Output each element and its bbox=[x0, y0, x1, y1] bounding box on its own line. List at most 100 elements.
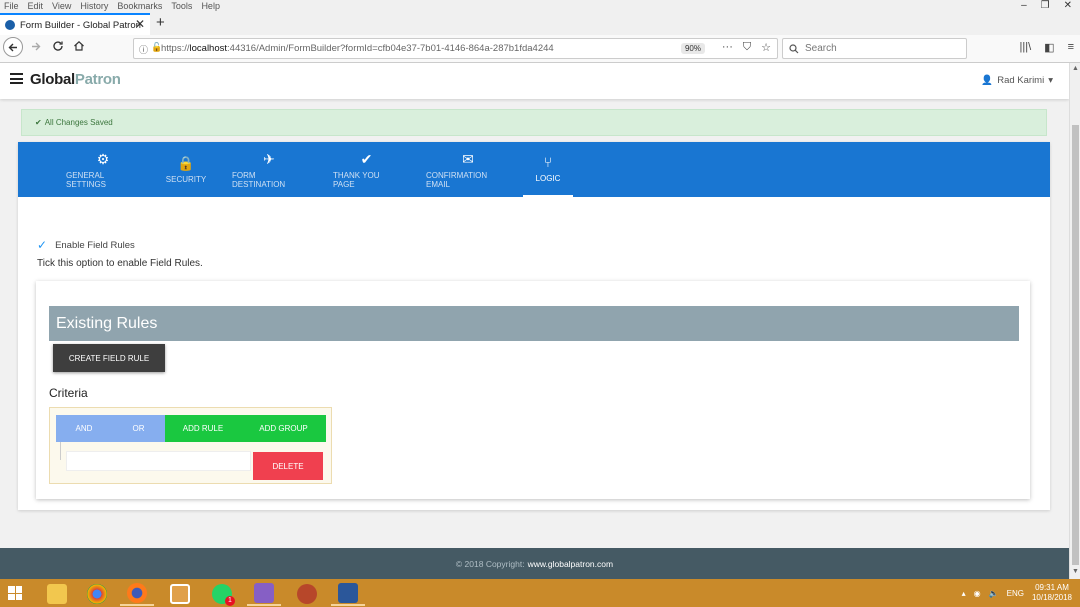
save-status-alert: ✔ All Changes Saved bbox=[21, 109, 1047, 136]
user-name: Rad Karimi bbox=[997, 75, 1045, 86]
rule-connector-line bbox=[60, 442, 61, 460]
info-icon[interactable]: ⓘ bbox=[139, 43, 148, 56]
address-bar[interactable]: ⓘ 🔓 https://localhost:44316/Admin/FormBu… bbox=[133, 38, 778, 59]
reload-icon bbox=[53, 41, 63, 51]
arrow-left-icon bbox=[8, 43, 17, 51]
menu-help[interactable]: Help bbox=[201, 1, 220, 11]
language-indicator[interactable]: ENG bbox=[1007, 589, 1024, 598]
pocket-icon[interactable]: ⛉ bbox=[743, 41, 751, 54]
clock[interactable]: 09:31 AM 10/18/2018 bbox=[1032, 583, 1072, 603]
page-actions-icon[interactable]: ··· bbox=[722, 41, 733, 54]
tab-strip: Form Builder - Global Patron ✕ + bbox=[0, 13, 1080, 35]
tab-logic[interactable]: ⑂ LOGIC bbox=[523, 142, 573, 197]
insecure-lock-icon[interactable]: 🔓 bbox=[151, 42, 162, 53]
menu-icon[interactable]: ≡ bbox=[1068, 41, 1074, 54]
search-icon bbox=[789, 43, 799, 53]
search-placeholder: Search bbox=[805, 43, 837, 54]
enable-field-rules-label: Enable Field Rules bbox=[55, 239, 135, 251]
tab-label: SECURITY bbox=[165, 175, 207, 184]
menu-bookmarks[interactable]: Bookmarks bbox=[117, 1, 162, 11]
notification-badge: 1 bbox=[225, 596, 235, 606]
scrollbar-thumb[interactable] bbox=[1072, 125, 1079, 565]
volume-icon[interactable]: 🔈 bbox=[989, 589, 999, 598]
bookmark-star-icon[interactable]: ☆ bbox=[761, 41, 771, 54]
hamburger-menu-icon[interactable] bbox=[10, 73, 23, 84]
create-field-rule-button[interactable]: CREATE FIELD RULE bbox=[53, 344, 165, 372]
and-button[interactable]: AND bbox=[56, 415, 112, 442]
site-favicon-icon bbox=[5, 20, 15, 30]
delete-rule-button[interactable]: DELETE bbox=[253, 452, 323, 480]
arrow-right-icon bbox=[32, 42, 41, 51]
reload-button[interactable] bbox=[52, 39, 64, 55]
menu-file[interactable]: File bbox=[4, 1, 19, 11]
restore-button[interactable]: ❐ bbox=[1041, 0, 1050, 11]
tab-thank-you-page[interactable]: ✔ THANK YOU PAGE bbox=[333, 142, 400, 197]
checkmark-icon: ✔ bbox=[35, 118, 42, 127]
scroll-down-icon[interactable]: ▼ bbox=[1072, 568, 1079, 575]
word-icon[interactable] bbox=[331, 582, 365, 606]
library-icon[interactable]: |||\ bbox=[1020, 41, 1032, 54]
check-circle-icon: ✔ bbox=[360, 150, 373, 167]
page-scrollbar[interactable]: ▲ ▼ bbox=[1069, 63, 1080, 579]
zoom-indicator[interactable]: 90% bbox=[680, 43, 705, 54]
tab-label: THANK YOU PAGE bbox=[333, 170, 380, 189]
alert-text: All Changes Saved bbox=[44, 118, 113, 127]
file-explorer-icon[interactable] bbox=[40, 582, 74, 606]
browser-tab[interactable]: Form Builder - Global Patron ✕ bbox=[0, 13, 150, 35]
copyright-text: © 2018 Copyright: bbox=[455, 558, 525, 569]
home-button[interactable] bbox=[73, 39, 85, 55]
menu-history[interactable]: History bbox=[80, 1, 108, 11]
tab-confirmation-email[interactable]: ✉ CONFIRMATION EMAIL bbox=[426, 142, 510, 197]
or-button[interactable]: OR bbox=[112, 415, 165, 442]
clock-time: 09:31 AM bbox=[1035, 583, 1069, 592]
windows-start-icon[interactable] bbox=[8, 586, 22, 600]
query-builder: AND OR ADD RULE ADD GROUP DELETE bbox=[49, 407, 332, 484]
code-fork-icon: ⑂ bbox=[543, 154, 553, 170]
whatsapp-icon[interactable]: 1 bbox=[205, 582, 239, 606]
minimize-button[interactable]: – bbox=[1021, 0, 1027, 11]
user-menu[interactable]: 👤 Rad Karimi ▾ bbox=[981, 75, 1053, 86]
system-tray: ▴ ◉ 🔈 ENG 09:31 AM 10/18/2018 bbox=[962, 583, 1072, 603]
new-tab-button[interactable]: + bbox=[156, 14, 165, 31]
existing-rules-title: Existing Rules bbox=[49, 306, 1019, 341]
forward-button[interactable] bbox=[30, 39, 41, 55]
plane-icon: ✈ bbox=[263, 150, 275, 167]
chrome-icon[interactable] bbox=[80, 582, 114, 606]
close-window-button[interactable]: ✕ bbox=[1064, 0, 1072, 11]
tab-general-settings[interactable]: ⚙ GENERAL SETTINGS bbox=[66, 142, 140, 197]
tab-label: FORM DESTINATION bbox=[232, 170, 286, 189]
sidebar-icon[interactable]: ◧ bbox=[1044, 41, 1054, 54]
enable-field-rules-checkbox[interactable]: ✓ Enable Field Rules bbox=[37, 238, 135, 252]
firefox-icon[interactable] bbox=[120, 582, 154, 606]
footer-link[interactable]: www.globalpatron.com bbox=[528, 559, 614, 569]
tab-label: CONFIRMATION EMAIL bbox=[426, 170, 488, 189]
tab-title: Form Builder - Global Patron bbox=[20, 19, 141, 31]
browser-navbar: ⓘ 🔓 https://localhost:44316/Admin/FormBu… bbox=[0, 35, 1080, 63]
menu-edit[interactable]: Edit bbox=[28, 1, 44, 11]
menu-tools[interactable]: Tools bbox=[171, 1, 192, 11]
back-button[interactable] bbox=[3, 37, 23, 57]
scroll-up-icon[interactable]: ▲ bbox=[1072, 65, 1079, 72]
settings-tabs: ⚙ GENERAL SETTINGS 🔒 SECURITY ✈ FORM DES… bbox=[18, 142, 1050, 197]
cogs-icon: ⚙ bbox=[96, 150, 110, 167]
network-icon[interactable]: ◉ bbox=[974, 589, 981, 598]
add-group-button[interactable]: ADD GROUP bbox=[241, 415, 326, 442]
add-rule-button[interactable]: ADD RULE bbox=[165, 415, 241, 442]
tab-security[interactable]: 🔒 SECURITY bbox=[164, 142, 208, 197]
enable-hint: Tick this option to enable Field Rules. bbox=[37, 258, 203, 269]
tray-expand-icon[interactable]: ▴ bbox=[962, 589, 966, 598]
rule-field-input[interactable] bbox=[66, 451, 251, 471]
search-input[interactable]: Search bbox=[782, 38, 967, 59]
menu-view[interactable]: View bbox=[52, 1, 71, 11]
globalpatron-logo[interactable]: GlobalPatron bbox=[30, 71, 121, 88]
url-text: https://localhost:44316/Admin/FormBuilde… bbox=[161, 43, 554, 54]
visual-studio-icon[interactable] bbox=[247, 582, 281, 606]
page-footer: © 2018 Copyright: www.globalpatron.com bbox=[0, 548, 1069, 579]
windows-taskbar: 1 ▴ ◉ 🔈 ENG 09:31 AM 10/18/2018 bbox=[0, 579, 1080, 607]
form-builder-card: ⚙ GENERAL SETTINGS 🔒 SECURITY ✈ FORM DES… bbox=[18, 142, 1050, 510]
media-player-icon[interactable] bbox=[163, 582, 197, 606]
tab-form-destination[interactable]: ✈ FORM DESTINATION bbox=[232, 142, 306, 197]
powerpoint-icon[interactable] bbox=[290, 582, 324, 606]
tab-close-icon[interactable]: ✕ bbox=[135, 17, 145, 31]
browser-menubar: File Edit View History Bookmarks Tools H… bbox=[0, 0, 1080, 13]
